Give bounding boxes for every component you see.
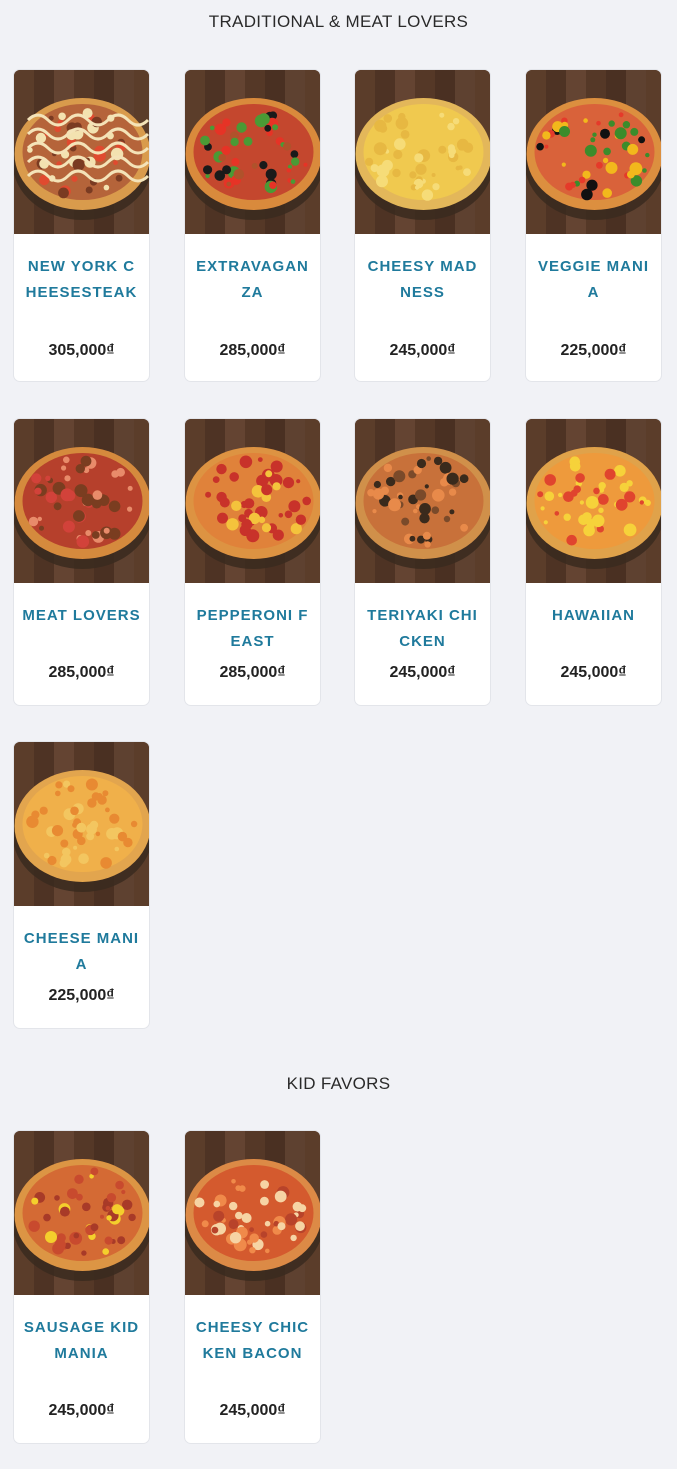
menu-item-card[interactable]: PEPPERONI FEAST 285,000₫ xyxy=(184,418,321,706)
menu-item-card[interactable]: TERIYAKI CHICKEN 245,000₫ xyxy=(354,418,491,706)
menu-item-name: SAUSAGE KID MANIA xyxy=(23,1319,140,1362)
pizza-image xyxy=(14,1131,149,1295)
menu-item-price: 245,000₫ xyxy=(389,342,456,359)
menu-item-name: CHEESY CHICKEN BACON xyxy=(195,1319,310,1362)
menu-item-price: 245,000₫ xyxy=(219,1402,286,1419)
menu-item-name: HAWAIIAN xyxy=(552,607,635,624)
menu-item-price: 225,000₫ xyxy=(560,342,627,359)
menu-item-name: CHEESE MANIA xyxy=(23,930,140,973)
menu-item-name: VEGGIE MANIA xyxy=(537,258,649,301)
pizza-image xyxy=(185,1131,320,1295)
menu-item-price: 225,000₫ xyxy=(48,987,115,1004)
menu-item-name: MEAT LOVERS xyxy=(22,607,141,624)
menu-item-card[interactable]: VEGGIE MANIA 225,000₫ xyxy=(525,69,662,382)
pizza-image xyxy=(526,419,661,583)
pizza-image xyxy=(14,742,149,906)
pizza-image xyxy=(185,70,320,234)
pizza-image xyxy=(355,70,490,234)
menu-item-card[interactable]: SAUSAGE KID MANIA 245,000₫ xyxy=(13,1130,150,1444)
section-title-kid-favors: KID FAVORS xyxy=(286,1074,391,1093)
pizza-image xyxy=(185,419,320,583)
menu-item-price: 245,000₫ xyxy=(389,664,456,681)
menu-item-price: 285,000₫ xyxy=(219,664,286,681)
menu-item-card[interactable]: CHEESE MANIA 225,000₫ xyxy=(13,741,150,1029)
menu-item-card[interactable]: NEW YORK CHEESESTEAK 305,000₫ xyxy=(13,69,150,382)
pizza-image xyxy=(355,419,490,583)
menu-item-price: 285,000₫ xyxy=(48,664,115,681)
menu-item-price: 285,000₫ xyxy=(219,342,286,359)
menu-item-name: PEPPERONI FEAST xyxy=(196,607,309,650)
menu-item-price: 245,000₫ xyxy=(48,1402,115,1419)
menu-item-card[interactable]: CHEESY CHICKEN BACON 245,000₫ xyxy=(184,1130,321,1444)
pizza-image xyxy=(14,419,149,583)
menu-item-name: NEW YORK CHEESESTEAK xyxy=(25,258,138,301)
menu-item-name: TERIYAKI CHICKEN xyxy=(367,607,478,650)
menu-item-name: CHEESY MADNESS xyxy=(367,258,478,301)
section-title-traditional: TRADITIONAL & MEAT LOVERS xyxy=(208,12,469,31)
menu-item-price: 305,000₫ xyxy=(48,342,115,359)
menu-item-card[interactable]: HAWAIIAN 245,000₫ xyxy=(525,418,662,706)
menu-item-name: EXTRAVAGANZA xyxy=(196,258,309,301)
pizza-image xyxy=(526,70,661,234)
pizza-image xyxy=(14,70,149,234)
menu-item-card[interactable]: CHEESY MADNESS 245,000₫ xyxy=(354,69,491,382)
menu-item-card[interactable]: EXTRAVAGANZA 285,000₫ xyxy=(184,69,321,382)
menu-item-price: 245,000₫ xyxy=(560,664,627,681)
menu-item-card[interactable]: MEAT LOVERS 285,000₫ xyxy=(13,418,150,706)
